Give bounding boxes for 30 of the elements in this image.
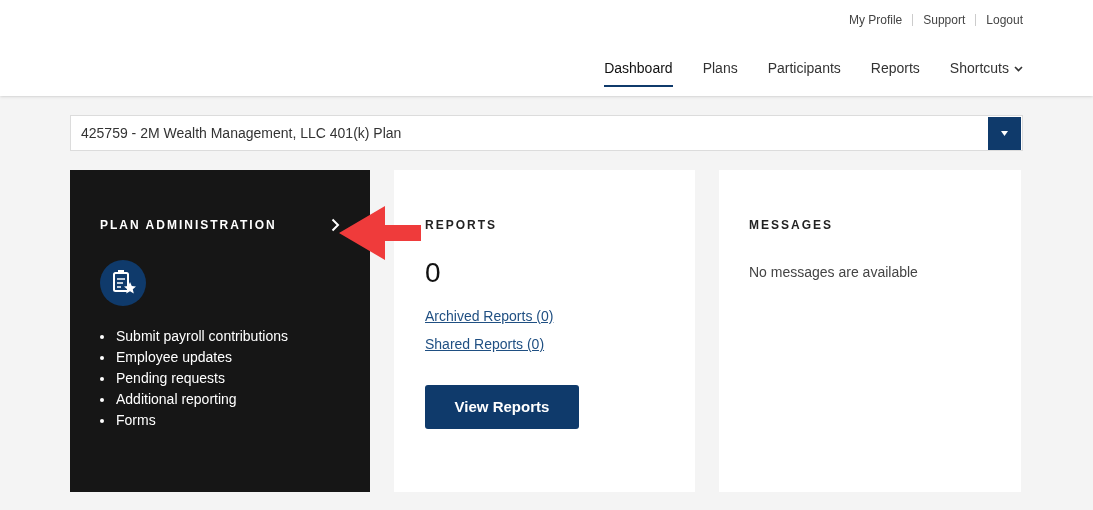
bullet-icon xyxy=(100,335,104,339)
report-count: 0 xyxy=(425,256,441,290)
caret-icon xyxy=(1001,130,1008,136)
list-item: Pending requests xyxy=(116,369,225,388)
plan-select[interactable]: 425759 - 2M Wealth Management, LLC 401(k) Plan xyxy=(70,115,1023,151)
view-reports-button[interactable]: View Reports xyxy=(425,385,579,429)
bullet-icon xyxy=(100,419,104,423)
list-item: Forms xyxy=(116,411,156,430)
list-item: Additional reporting xyxy=(116,390,237,409)
report-link[interactable]: Archived Reports (0) xyxy=(425,306,554,327)
header-link[interactable]: My Profile xyxy=(848,11,903,29)
bullet-icon xyxy=(100,398,104,402)
empty-message: No messages are available xyxy=(749,263,918,282)
chevron-right-icon[interactable] xyxy=(331,218,340,232)
nav-tab[interactable]: Shortcuts xyxy=(949,58,1023,87)
bullet-icon xyxy=(100,377,104,381)
report-link[interactable]: Shared Reports (0) xyxy=(425,334,554,355)
nav-tab[interactable]: Dashboard xyxy=(604,58,673,87)
card-title: MESSAGES xyxy=(749,217,833,234)
nav-tab[interactable]: Reports xyxy=(870,58,920,87)
header-link[interactable]: Support xyxy=(923,11,966,29)
dropdown-button[interactable] xyxy=(988,116,1021,150)
header-link[interactable]: Logout xyxy=(986,11,1023,29)
list-item: Submit payroll contributions xyxy=(116,327,288,346)
card-title: REPORTS xyxy=(425,217,497,234)
bullet-icon xyxy=(100,356,104,360)
card-title: PLAN ADMINISTRATION xyxy=(100,217,277,234)
nav-tab[interactable]: Plans xyxy=(702,58,738,87)
list-item: Employee updates xyxy=(116,348,232,367)
nav-tab[interactable]: Participants xyxy=(767,58,841,87)
